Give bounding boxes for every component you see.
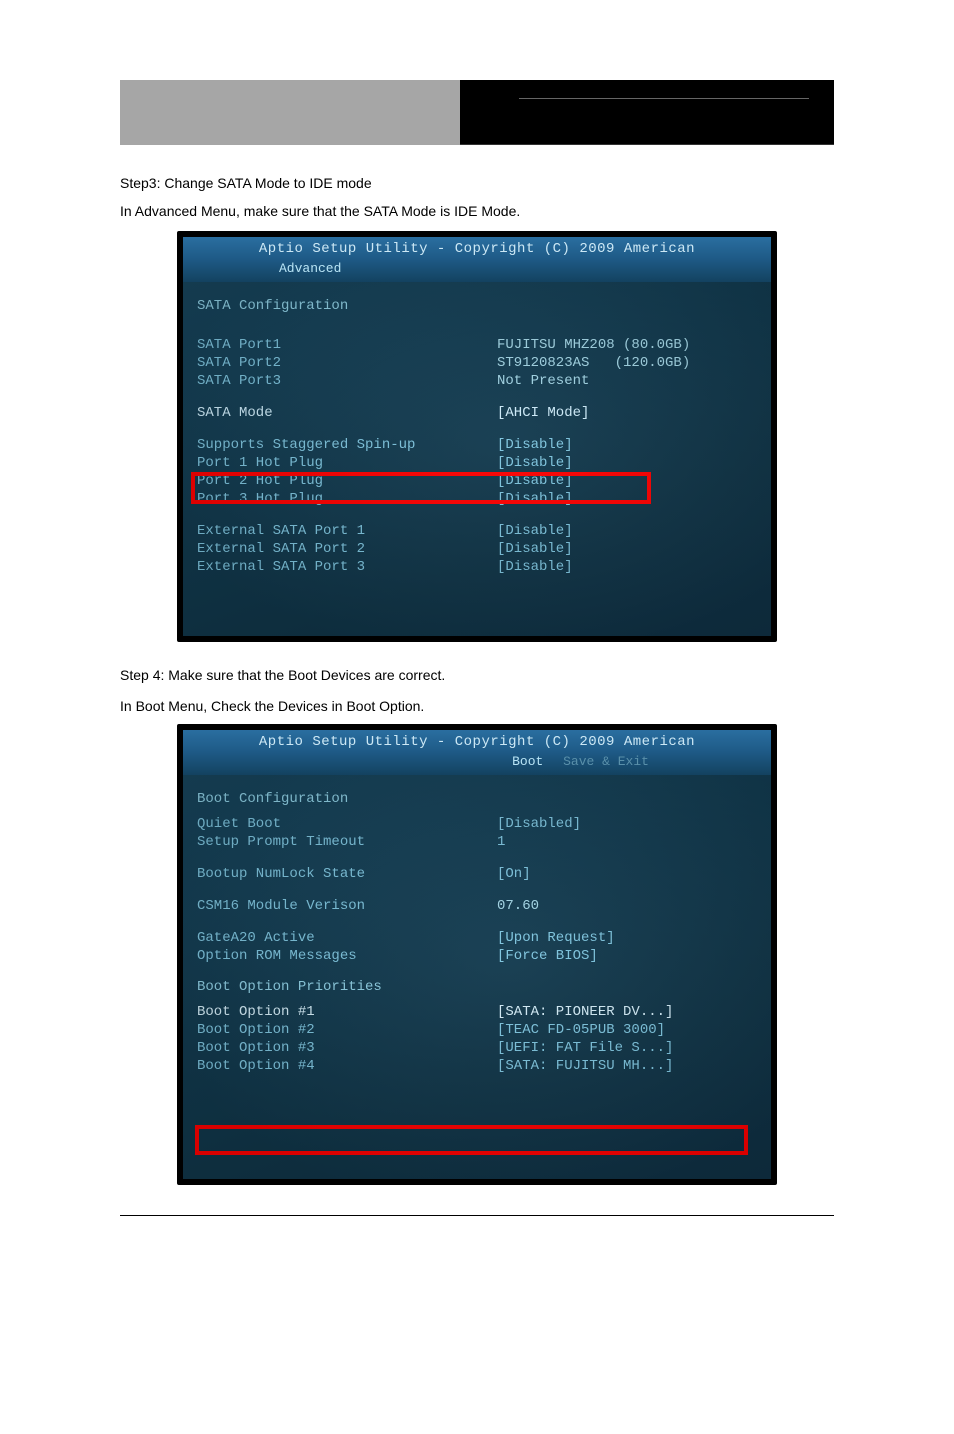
boot-option-3-label: Boot Option #3: [197, 1040, 497, 1056]
spacer: [197, 851, 757, 865]
setup-prompt-row[interactable]: Setup Prompt Timeout 1: [197, 833, 757, 851]
boot-priorities-heading: Boot Option Priorities: [197, 979, 757, 995]
bios-titlebar-2: Aptio Setup Utility - Copyright (C) 2009…: [183, 730, 771, 752]
step4-note: In Boot Menu, Check the Devices in Boot …: [120, 698, 834, 714]
port1-hotplug-value[interactable]: [Disable]: [497, 455, 757, 471]
boot-option-2-row[interactable]: Boot Option #2 [TEAC FD-05PUB 3000]: [197, 1021, 757, 1039]
spacer: [197, 390, 757, 404]
spacer: [197, 322, 757, 336]
sata-port3-row: SATA Port3 Not Present: [197, 372, 757, 390]
tab-advanced[interactable]: Advanced: [279, 261, 341, 276]
sata-mode-row[interactable]: SATA Mode [AHCI Mode]: [197, 404, 757, 422]
ext-sata1-label: External SATA Port 1: [197, 523, 497, 539]
csm-row: CSM16 Module Verison 07.60: [197, 897, 757, 915]
sata-port1-value: FUJITSU MHZ208 (80.0GB): [497, 337, 757, 353]
boot-option-1-row[interactable]: Boot Option #1 [SATA: PIONEER DV...]: [197, 1003, 757, 1021]
staggered-spinup-row[interactable]: Supports Staggered Spin-up [Disable]: [197, 436, 757, 454]
boot-option-4-row[interactable]: Boot Option #4 [SATA: FUJITSU MH...]: [197, 1057, 757, 1075]
bios-titlebar: Aptio Setup Utility - Copyright (C) 2009…: [183, 237, 771, 259]
port1-hotplug-label: Port 1 Hot Plug: [197, 455, 497, 471]
oprom-row[interactable]: Option ROM Messages [Force BIOS]: [197, 947, 757, 965]
ext-sata2-value[interactable]: [Disable]: [497, 541, 757, 557]
bios-body-advanced: SATA Configuration SATA Port1 FUJITSU MH…: [183, 282, 771, 636]
ext-sata3-label: External SATA Port 3: [197, 559, 497, 575]
step3-note: In Advanced Menu, make sure that the SAT…: [120, 203, 834, 219]
boot-option-4-value[interactable]: [SATA: FUJITSU MH...]: [497, 1058, 757, 1074]
bios-body-boot: Boot Configuration Quiet Boot [Disabled]…: [183, 775, 771, 1179]
spacer: [197, 915, 757, 929]
header-underline: [519, 98, 809, 99]
tab-boot[interactable]: Boot: [512, 754, 543, 769]
spacer: [197, 422, 757, 436]
ext-sata3-row[interactable]: External SATA Port 3 [Disable]: [197, 558, 757, 576]
numlock-value[interactable]: [On]: [497, 866, 757, 882]
spacer: [197, 508, 757, 522]
sata-port2-value: ST9120823AS (120.0GB): [497, 355, 757, 371]
quiet-boot-label: Quiet Boot: [197, 816, 497, 832]
boot-option-4-label: Boot Option #4: [197, 1058, 497, 1074]
step3-title: Step3: Change SATA Mode to IDE mode: [120, 175, 834, 191]
gatea20-label: GateA20 Active: [197, 930, 497, 946]
csm-label: CSM16 Module Verison: [197, 898, 497, 914]
ext-sata2-row[interactable]: External SATA Port 2 [Disable]: [197, 540, 757, 558]
document-page: Step3: Change SATA Mode to IDE mode In A…: [0, 0, 954, 1256]
numlock-label: Bootup NumLock State: [197, 866, 497, 882]
port1-hotplug-row[interactable]: Port 1 Hot Plug [Disable]: [197, 454, 757, 472]
quiet-boot-row[interactable]: Quiet Boot [Disabled]: [197, 815, 757, 833]
header-bar: [120, 80, 834, 145]
tab-spacer-left: [305, 754, 492, 769]
header-left-block: [120, 80, 460, 145]
boot-option-1-label: Boot Option #1: [197, 1004, 497, 1020]
ext-sata1-row[interactable]: External SATA Port 1 [Disable]: [197, 522, 757, 540]
boot-option-2-value[interactable]: [TEAC FD-05PUB 3000]: [497, 1022, 757, 1038]
gatea20-row[interactable]: GateA20 Active [Upon Request]: [197, 929, 757, 947]
tab-save-exit[interactable]: Save & Exit: [563, 754, 649, 769]
sata-port1-row: SATA Port1 FUJITSU MHZ208 (80.0GB): [197, 336, 757, 354]
highlight-boot-option-1: [195, 1125, 748, 1155]
spacer: [197, 965, 757, 979]
sata-config-heading: SATA Configuration: [197, 298, 757, 314]
csm-value: 07.60: [497, 898, 757, 914]
bios-tab-row: Advanced: [183, 259, 771, 282]
sata-port3-value: Not Present: [497, 373, 757, 389]
boot-config-heading: Boot Configuration: [197, 791, 757, 807]
boot-option-3-value[interactable]: [UEFI: FAT File S...]: [497, 1040, 757, 1056]
ext-sata3-value[interactable]: [Disable]: [497, 559, 757, 575]
ext-sata2-label: External SATA Port 2: [197, 541, 497, 557]
boot-option-2-label: Boot Option #2: [197, 1022, 497, 1038]
oprom-value[interactable]: [Force BIOS]: [497, 948, 757, 964]
setup-prompt-label: Setup Prompt Timeout: [197, 834, 497, 850]
sata-port1-label: SATA Port1: [197, 337, 497, 353]
sata-port3-label: SATA Port3: [197, 373, 497, 389]
sata-mode-value[interactable]: [AHCI Mode]: [497, 405, 757, 421]
sata-mode-label: SATA Mode: [197, 405, 497, 421]
numlock-row[interactable]: Bootup NumLock State [On]: [197, 865, 757, 883]
sata-port2-label: SATA Port2: [197, 355, 497, 371]
sata-port2-row: SATA Port2 ST9120823AS (120.0GB): [197, 354, 757, 372]
header-right-block: [460, 80, 834, 145]
bios-screenshot-boot: Aptio Setup Utility - Copyright (C) 2009…: [177, 724, 777, 1185]
spacer: [197, 883, 757, 897]
oprom-label: Option ROM Messages: [197, 948, 497, 964]
gatea20-value[interactable]: [Upon Request]: [497, 930, 757, 946]
step4-title: Step 4: Make sure that the Boot Devices …: [120, 667, 834, 683]
highlight-sata-mode: [191, 472, 651, 504]
ext-sata1-value[interactable]: [Disable]: [497, 523, 757, 539]
boot-option-1-value[interactable]: [SATA: PIONEER DV...]: [497, 1004, 757, 1020]
quiet-boot-value[interactable]: [Disabled]: [497, 816, 757, 832]
setup-prompt-value[interactable]: 1: [497, 834, 757, 850]
boot-option-3-row[interactable]: Boot Option #3 [UEFI: FAT File S...]: [197, 1039, 757, 1057]
bios-screenshot-advanced: Aptio Setup Utility - Copyright (C) 2009…: [177, 231, 777, 642]
staggered-spinup-value[interactable]: [Disable]: [497, 437, 757, 453]
staggered-spinup-label: Supports Staggered Spin-up: [197, 437, 497, 453]
footer-divider: [120, 1215, 834, 1216]
bios-tab-row-2: Boot Save & Exit: [183, 752, 771, 775]
